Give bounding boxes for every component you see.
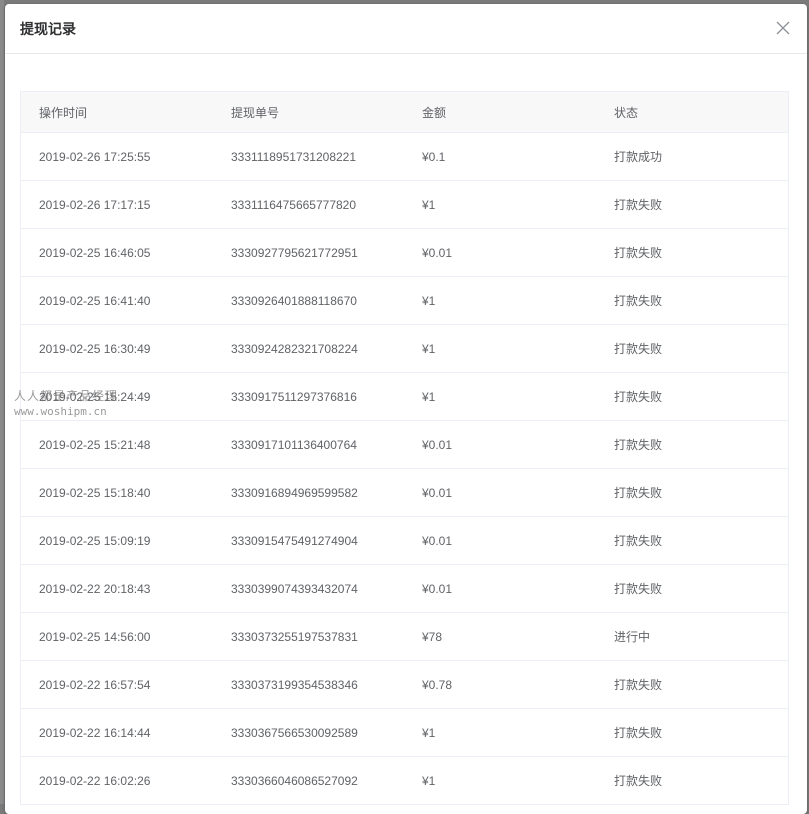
cell-amount: ¥1 (404, 324, 596, 373)
cell-time: 2019-02-25 14:56:00 (21, 612, 213, 661)
cell-time: 2019-02-25 16:46:05 (21, 228, 213, 277)
cell-amount: ¥1 (404, 276, 596, 325)
cell-time: 2019-02-25 15:18:40 (21, 468, 213, 517)
cell-time: 2019-02-22 16:02:26 (21, 756, 213, 805)
cell-status: 打款失败 (596, 564, 788, 613)
records-table: 操作时间 提现单号 金额 状态 2019-02-26 17:25:55 33311… (20, 91, 789, 805)
cell-status: 打款失败 (596, 180, 788, 229)
backdrop-left (0, 0, 4, 804)
cell-amount: ¥0.01 (404, 468, 596, 517)
cell-amount: ¥78 (404, 612, 596, 661)
cell-status: 打款失败 (596, 276, 788, 325)
cell-time: 2019-02-25 15:24:49 (21, 372, 213, 421)
cell-status: 打款失败 (596, 708, 788, 757)
cell-status: 打款失败 (596, 324, 788, 373)
cell-order-number: 3330399074393432074 (213, 564, 404, 613)
cell-amount: ¥1 (404, 180, 596, 229)
cell-status: 打款成功 (596, 132, 788, 181)
cell-time: 2019-02-26 17:25:55 (21, 132, 213, 181)
header-order-number: 提现单号 (213, 92, 404, 133)
cell-time: 2019-02-25 16:41:40 (21, 276, 213, 325)
cell-order-number: 3330915475491274904 (213, 516, 404, 565)
header-amount: 金额 (404, 92, 596, 133)
header-status: 状态 (596, 92, 788, 133)
cell-amount: ¥0.01 (404, 564, 596, 613)
cell-status: 打款失败 (596, 228, 788, 277)
table-row: 2019-02-25 16:46:05 3330927795621772951 ¥0… (21, 228, 788, 277)
cell-status: 打款失败 (596, 660, 788, 709)
header-time: 操作时间 (21, 92, 213, 133)
cell-status: 打款失败 (596, 468, 788, 517)
table-row: 2019-02-25 14:56:00 3330373255197537831 ¥7… (21, 612, 788, 661)
table-header-row: 操作时间 提现单号 金额 状态 (21, 92, 788, 133)
dialog-header: 提现记录 (5, 4, 807, 54)
cell-order-number: 3330926401888118670 (213, 276, 404, 325)
table-row: 2019-02-25 15:09:19 3330915475491274904 ¥0… (21, 516, 788, 565)
cell-order-number: 3331118951731208221 (213, 132, 404, 181)
cell-order-number: 3330927795621772951 (213, 228, 404, 277)
cell-time: 2019-02-25 15:21:48 (21, 420, 213, 469)
cell-status: 打款失败 (596, 756, 788, 805)
cell-order-number: 3330924282321708224 (213, 324, 404, 373)
table-row: 2019-02-25 16:30:49 3330924282321708224 ¥1… (21, 324, 788, 373)
cell-status: 打款失败 (596, 372, 788, 421)
table-row: 2019-02-22 16:57:54 3330373199354538346 ¥0… (21, 660, 788, 709)
cell-time: 2019-02-22 16:14:44 (21, 708, 213, 757)
cell-amount: ¥0.01 (404, 420, 596, 469)
table-row: 2019-02-22 16:14:44 3330367566530092589 ¥1… (21, 708, 788, 757)
close-icon[interactable] (773, 18, 793, 38)
table-row: 2019-02-25 16:41:40 3330926401888118670 ¥1… (21, 276, 788, 325)
cell-time: 2019-02-22 20:18:43 (21, 564, 213, 613)
cell-order-number: 3330366046086527092 (213, 756, 404, 805)
cell-status: 进行中 (596, 612, 788, 661)
cell-amount: ¥0.1 (404, 132, 596, 181)
table-row: 2019-02-26 17:17:15 3331116475665777820 ¥1… (21, 180, 788, 229)
cell-time: 2019-02-25 16:30:49 (21, 324, 213, 373)
table-row: 2019-02-25 15:24:49 3330917511297376816 ¥1… (21, 372, 788, 421)
cell-order-number: 3330917101136400764 (213, 420, 404, 469)
cell-order-number: 3330373199354538346 (213, 660, 404, 709)
table-row: 2019-02-25 15:18:40 3330916894969599582 ¥0… (21, 468, 788, 517)
table-row: 2019-02-26 17:25:55 3331118951731208221 ¥0… (21, 132, 788, 181)
table-row: 2019-02-22 20:18:43 3330399074393432074 ¥0… (21, 564, 788, 613)
cell-time: 2019-02-26 17:17:15 (21, 180, 213, 229)
table-row: 2019-02-22 16:02:26 3330366046086527092 ¥1… (21, 756, 788, 805)
cell-order-number: 3330916894969599582 (213, 468, 404, 517)
cell-amount: ¥0.01 (404, 228, 596, 277)
cell-status: 打款失败 (596, 420, 788, 469)
cell-amount: ¥0.78 (404, 660, 596, 709)
withdrawal-records-dialog: 提现记录 操作时间 提现单号 金额 状态 2019-02-26 17:25:55… (5, 4, 807, 814)
table-row: 2019-02-25 15:21:48 3330917101136400764 ¥0… (21, 420, 788, 469)
cell-order-number: 3330367566530092589 (213, 708, 404, 757)
cell-amount: ¥1 (404, 756, 596, 805)
cell-time: 2019-02-25 15:09:19 (21, 516, 213, 565)
cell-amount: ¥0.01 (404, 516, 596, 565)
cell-order-number: 3330373255197537831 (213, 612, 404, 661)
cell-amount: ¥1 (404, 372, 596, 421)
cell-status: 打款失败 (596, 516, 788, 565)
cell-order-number: 3331116475665777820 (213, 180, 404, 229)
cell-amount: ¥1 (404, 708, 596, 757)
cell-order-number: 3330917511297376816 (213, 372, 404, 421)
dialog-title: 提现记录 (20, 22, 76, 38)
cell-time: 2019-02-22 16:57:54 (21, 660, 213, 709)
